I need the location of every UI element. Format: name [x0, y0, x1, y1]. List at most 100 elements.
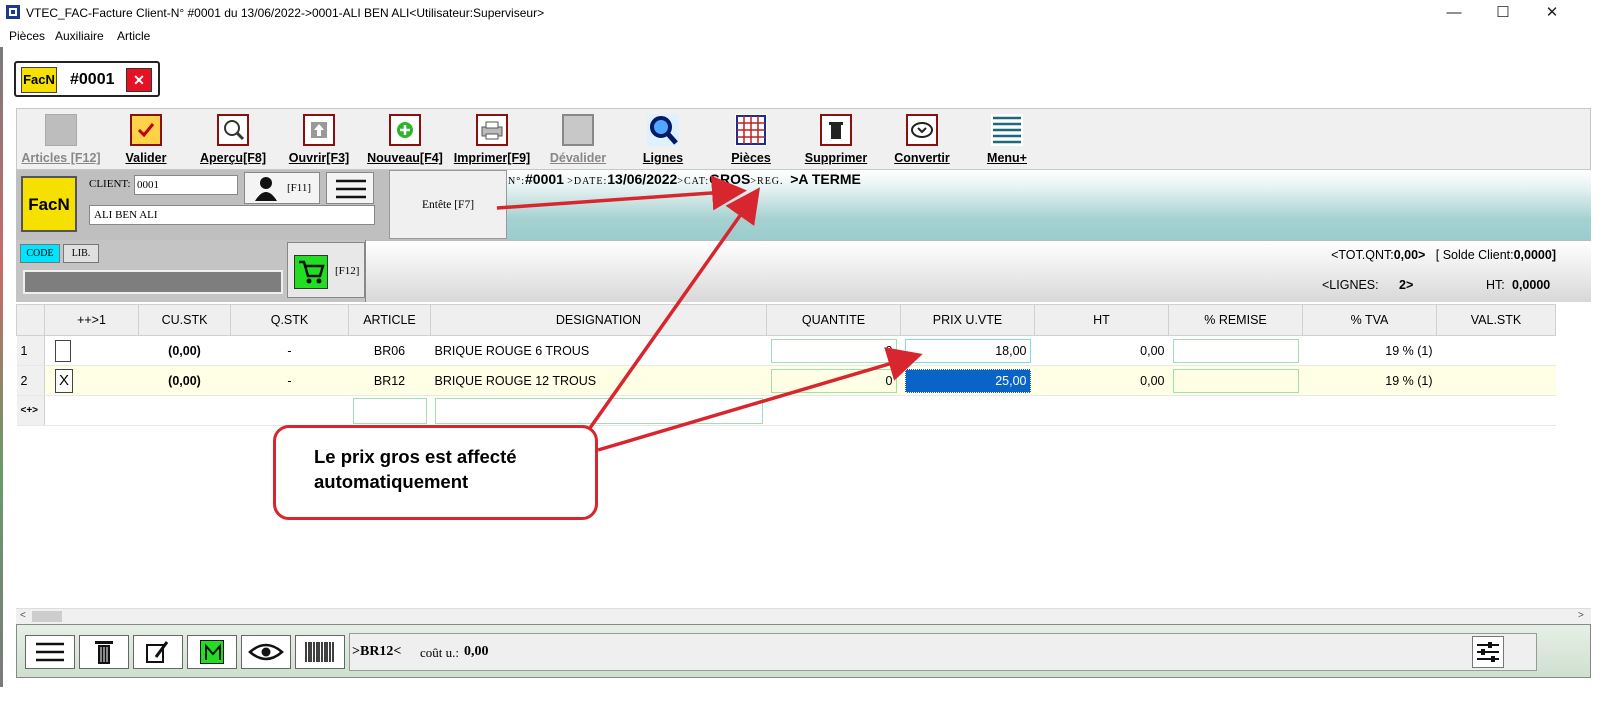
close-window-button[interactable]: ✕ — [1529, 0, 1575, 25]
col-header-designation[interactable]: DESIGNATION — [430, 304, 767, 336]
col-header-check[interactable]: ++>1 — [44, 304, 139, 336]
lignes-button[interactable]: Lignes — [633, 111, 693, 169]
close-tab-button[interactable]: ✕ — [126, 68, 152, 92]
col-header-quantite[interactable]: QUANTITE — [766, 304, 901, 336]
new-row-q-stk — [230, 395, 349, 426]
bottom-menu-button[interactable] — [25, 635, 75, 669]
client-menu-button[interactable] — [326, 172, 374, 204]
settings-sliders-button[interactable] — [1472, 636, 1504, 668]
ouvrir-button[interactable]: Ouvrir[F3] — [283, 111, 355, 169]
pieces-button[interactable]: Pièces — [723, 111, 779, 169]
solde-label: [ Solde Client: — [1435, 248, 1514, 262]
col-header-val-stk[interactable]: VAL.STK — [1436, 304, 1556, 336]
client-label: CLIENT: — [89, 178, 131, 190]
pieces-grid-icon — [735, 114, 767, 146]
cell-prix[interactable]: 18,00 — [904, 338, 1031, 363]
scroll-right-arrow-icon[interactable]: > — [1578, 610, 1584, 621]
scroll-left-arrow-icon[interactable]: < — [20, 610, 26, 621]
cell-prix-selected[interactable]: 25,00 — [904, 368, 1031, 393]
client-name-input[interactable]: ALI BEN ALI — [89, 205, 375, 225]
menu-plus-button[interactable]: Menu+ — [979, 111, 1035, 169]
cell-q-stk: - — [230, 335, 349, 366]
lignes-label: <LIGNES: — [1322, 278, 1379, 292]
col-header-ht[interactable]: HT — [1034, 304, 1169, 336]
cell-quantite-container[interactable]: 0 — [766, 335, 901, 366]
col-header-remise[interactable]: % REMISE — [1168, 304, 1303, 336]
search-mode-code-button[interactable]: CODE — [20, 244, 60, 263]
cell-prix-container[interactable]: 18,00 — [900, 335, 1035, 366]
client-picker-button[interactable]: [F11] — [244, 172, 320, 204]
annotation-callout: Le prix gros est affecté automatiquement — [273, 425, 598, 520]
bottom-m-button[interactable] — [187, 635, 237, 669]
client-code-input[interactable]: 0001 — [134, 175, 238, 195]
supprimer-button-label: Supprimer — [804, 151, 868, 165]
supprimer-button[interactable]: Supprimer — [799, 111, 873, 169]
cell-quantite-container[interactable]: 0 — [766, 365, 901, 396]
cell-designation[interactable]: BRIQUE ROUGE 6 TROUS — [430, 335, 767, 366]
new-row-cu-stk — [138, 395, 231, 426]
cell-remise[interactable] — [1172, 368, 1299, 393]
new-row-article-input[interactable] — [352, 397, 427, 424]
trash-icon — [820, 114, 852, 146]
cell-quantite[interactable]: 0 — [770, 338, 897, 363]
table-row[interactable]: 2 X (0,00) - BR12 BRIQUE ROUGE 12 TROUS … — [16, 365, 1556, 396]
menu-plus-button-label: Menu+ — [987, 151, 1027, 165]
doc-reg-label: >REG. — [750, 176, 784, 187]
cell-article[interactable]: BR06 — [348, 335, 431, 366]
row-number: 2 — [16, 365, 45, 396]
col-header-article[interactable]: ARTICLE — [348, 304, 431, 336]
cart-button[interactable]: [F12] — [287, 242, 365, 298]
left-edge-decoration — [0, 47, 3, 687]
new-row-designation-container[interactable] — [430, 395, 767, 426]
convertir-button[interactable]: Convertir — [887, 111, 957, 169]
nouveau-button[interactable]: Nouveau[F4] — [363, 111, 447, 169]
document-tab[interactable]: FacN #0001 ✕ — [14, 61, 160, 97]
col-header-cu-stk[interactable]: CU.STK — [138, 304, 231, 336]
devalider-button[interactable]: Dévalider — [541, 111, 615, 169]
cell-remise-container[interactable] — [1168, 365, 1303, 396]
col-header-tva[interactable]: % TVA — [1302, 304, 1437, 336]
horizontal-scrollbar[interactable]: < > — [16, 608, 1591, 624]
new-row-article-container[interactable] — [348, 395, 431, 426]
imprimer-button-label: Imprimer[F9] — [453, 151, 531, 165]
article-search-input[interactable] — [23, 270, 283, 294]
cell-remise[interactable] — [1172, 338, 1299, 363]
menu-item-article[interactable]: Article — [117, 29, 150, 43]
cell-tva: 19 % (1) — [1302, 365, 1437, 396]
search-mode-lib-button[interactable]: LIB. — [63, 244, 99, 263]
cell-quantite[interactable]: 0 — [770, 368, 897, 393]
bottom-delete-button[interactable] — [79, 635, 129, 669]
minimize-button[interactable]: — — [1431, 0, 1477, 25]
maximize-button[interactable]: ☐ — [1480, 0, 1526, 25]
tot-qnt-label: <TOT.QNT: — [1331, 248, 1394, 262]
new-row-rest — [766, 395, 1556, 426]
bottom-edit-button[interactable] — [133, 635, 183, 669]
menu-item-pieces[interactable]: Pièces — [9, 29, 45, 43]
valider-button[interactable]: Valider — [113, 111, 179, 169]
cell-designation[interactable]: BRIQUE ROUGE 12 TROUS — [430, 365, 767, 396]
new-row[interactable]: <+> — [16, 395, 1556, 426]
row-checkbox-cell[interactable]: X — [44, 365, 139, 396]
entete-button[interactable]: Entête [F7] — [389, 170, 507, 239]
new-row-designation-input[interactable] — [434, 397, 763, 424]
row-checkbox[interactable]: X — [55, 368, 73, 393]
col-header-prix[interactable]: PRIX U.VTE — [900, 304, 1035, 336]
bottom-barcode-button[interactable] — [295, 635, 345, 669]
cell-val-stk — [1436, 335, 1556, 366]
imprimer-button[interactable]: Imprimer[F9] — [449, 111, 535, 169]
cell-ht: 0,00 — [1034, 335, 1169, 366]
scroll-thumb[interactable] — [32, 611, 62, 622]
col-header-q-stk[interactable]: Q.STK — [230, 304, 349, 336]
bottom-preview-button[interactable] — [241, 635, 291, 669]
apercu-button[interactable]: Aperçu[F8] — [195, 111, 271, 169]
cell-article[interactable]: BR12 — [348, 365, 431, 396]
menu-item-auxiliaire[interactable]: Auxiliaire — [55, 29, 104, 43]
row-checkbox[interactable] — [55, 339, 71, 362]
toolbar: Articles [F12] Valider Aperçu[F8] Ouvrir… — [16, 108, 1591, 170]
articles-button[interactable]: Articles [F12] — [19, 111, 103, 169]
cell-prix-container[interactable]: 25,00 — [900, 365, 1035, 396]
cell-remise-container[interactable] — [1168, 335, 1303, 366]
devalidate-icon — [562, 114, 594, 146]
table-row[interactable]: 1 (0,00) - BR06 BRIQUE ROUGE 6 TROUS 0 1… — [16, 335, 1556, 366]
row-checkbox-cell[interactable] — [44, 335, 139, 366]
